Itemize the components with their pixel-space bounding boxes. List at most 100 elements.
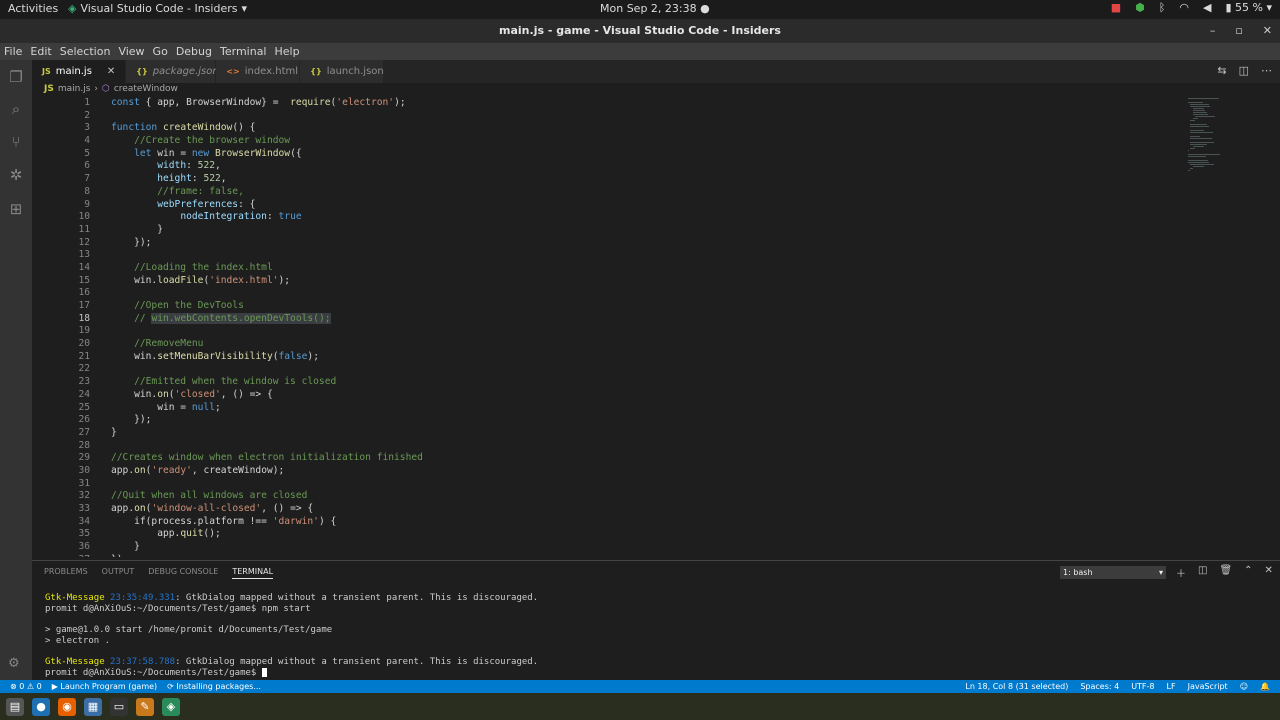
text-editor-icon[interactable]: ✎ — [136, 697, 154, 716]
more-actions-icon[interactable]: ⋯ — [1261, 64, 1272, 77]
code-line[interactable]: 27} — [32, 427, 1182, 440]
code-line[interactable]: 3 function createWindow() { — [32, 122, 1182, 135]
close-icon[interactable]: ✕ — [107, 66, 115, 77]
trash-icon[interactable]: 🗑 — [1219, 565, 1232, 580]
code-line[interactable]: 16 — [32, 287, 1182, 300]
code-line[interactable]: 33 app.on('window-all-closed', () => { — [32, 503, 1182, 516]
code-line[interactable]: 21 win.setMenuBarVisibility(false); — [32, 351, 1182, 364]
code-line[interactable]: 9 webPreferences: { — [32, 199, 1182, 212]
breadcrumb-file[interactable]: main.js — [58, 84, 91, 96]
document-icon[interactable]: ▦ — [84, 697, 102, 716]
vscode-icon[interactable]: ◈ — [162, 697, 180, 716]
problems-status[interactable]: ⊗ 0 ⚠ 0 — [10, 680, 42, 693]
code-line[interactable]: 18 // win.webContents.openDevTools(); — [32, 312, 1182, 326]
code-line[interactable]: 12 }); — [32, 237, 1182, 250]
tab-terminal[interactable]: TERMINAL — [232, 567, 274, 579]
maximize-icon[interactable]: ▫ — [1235, 19, 1242, 43]
gear-icon[interactable]: ⚙ — [8, 656, 20, 671]
tab-debug-console[interactable]: DEBUG CONSOLE — [148, 567, 218, 579]
code-line[interactable]: 2 — [32, 110, 1182, 123]
code-line[interactable]: 5 let win = new BrowserWindow({ — [32, 148, 1182, 161]
code-line[interactable]: 35 app.quit(); — [32, 528, 1182, 541]
tab-package-json[interactable]: {} package.json — [126, 60, 219, 83]
code-line[interactable]: 25 win = null; — [32, 402, 1182, 415]
code-line[interactable]: 7 height: 522, — [32, 173, 1182, 186]
bluetooth-icon[interactable]: ᛒ — [1159, 1, 1166, 14]
breadcrumb-symbol[interactable]: createWindow — [114, 84, 178, 96]
battery-indicator[interactable]: ▮ 55 % ▾ — [1225, 1, 1272, 14]
menu-selection[interactable]: Selection — [60, 43, 111, 60]
shield-icon[interactable]: ⬢ — [1135, 1, 1145, 14]
code-line[interactable]: 34 if(process.platform !== 'darwin') { — [32, 516, 1182, 529]
launch-status[interactable]: ▶ Launch Program (game) — [52, 680, 157, 693]
code-line[interactable]: 36 } — [32, 541, 1182, 554]
code-line[interactable]: 8 //frame: false, — [32, 186, 1182, 199]
cursor-position[interactable]: Ln 18, Col 8 (31 selected) — [965, 680, 1068, 693]
debug-icon[interactable]: ✲ — [7, 166, 25, 184]
firefox-icon[interactable]: ◉ — [58, 697, 76, 716]
minimap[interactable] — [1188, 97, 1268, 171]
end-of-line[interactable]: LF — [1167, 680, 1176, 693]
code-line[interactable]: 14 //Loading the index.html — [32, 262, 1182, 275]
tab-index-html[interactable]: <> index.html — [216, 60, 301, 83]
chat-icon[interactable]: ● — [32, 697, 50, 716]
code-line[interactable]: 15 win.loadFile('index.html'); — [32, 275, 1182, 288]
menu-file[interactable]: File — [4, 43, 22, 60]
code-line[interactable]: 37}); — [32, 554, 1182, 557]
close-panel-icon[interactable]: ✕ — [1265, 565, 1273, 580]
wifi-icon[interactable]: ◠ — [1179, 1, 1189, 14]
code-line[interactable]: 11 } — [32, 224, 1182, 237]
menu-terminal[interactable]: Terminal — [220, 43, 267, 60]
files-icon[interactable]: ▤ — [6, 697, 24, 716]
code-line[interactable]: 19 — [32, 325, 1182, 338]
code-line[interactable]: 1 const { app, BrowserWindow} = require('… — [32, 97, 1182, 110]
clock[interactable]: Mon Sep 2, 23:38 ● — [600, 2, 710, 15]
code-line[interactable]: 24 win.on('closed', () => { — [32, 389, 1182, 402]
tab-launch-json[interactable]: {} launch.json — [300, 60, 385, 83]
bell-icon[interactable]: 🔔 — [1260, 680, 1270, 693]
volume-icon[interactable]: ◀ — [1203, 1, 1211, 14]
encoding[interactable]: UTF-8 — [1131, 680, 1154, 693]
terminal-icon[interactable]: ▭ — [110, 697, 128, 716]
menu-debug[interactable]: Debug — [176, 43, 212, 60]
code-line[interactable]: 4 //Create the browser window — [32, 135, 1182, 148]
code-line[interactable]: 6 width: 522, — [32, 160, 1182, 173]
code-line[interactable]: 29 //Creates window when electron initial… — [32, 452, 1182, 465]
code-line[interactable]: 17 //Open the DevTools — [32, 300, 1182, 313]
split-editor-icon[interactable]: ◫ — [1239, 64, 1249, 77]
code-line[interactable]: 13 — [32, 249, 1182, 262]
explorer-icon[interactable]: ❐ — [7, 68, 25, 86]
code-line[interactable]: 22 — [32, 363, 1182, 376]
indentation[interactable]: Spaces: 4 — [1080, 680, 1119, 693]
code-line[interactable]: 10 nodeIntegration: true — [32, 211, 1182, 224]
search-icon[interactable]: ⌕ — [7, 100, 25, 118]
record-icon[interactable]: ■ — [1111, 1, 1121, 14]
tab-problems[interactable]: PROBLEMS — [44, 567, 88, 579]
code-line[interactable]: 23 //Emitted when the window is closed — [32, 376, 1182, 389]
tab-output[interactable]: OUTPUT — [102, 567, 135, 579]
split-terminal-icon[interactable]: ◫ — [1198, 565, 1207, 580]
open-changes-icon[interactable]: ⇆ — [1217, 64, 1226, 77]
menu-go[interactable]: Go — [153, 43, 168, 60]
new-terminal-icon[interactable]: ＋ — [1176, 565, 1186, 580]
code-line[interactable]: 26 }); — [32, 414, 1182, 427]
code-line[interactable]: 32 //Quit when all windows are closed — [32, 490, 1182, 503]
terminal-output[interactable]: Gtk-Message 23:35:49.331: GtkDialog mapp… — [45, 593, 538, 679]
code-editor[interactable]: 1 const { app, BrowserWindow} = require('… — [32, 97, 1182, 557]
menu-help[interactable]: Help — [275, 43, 300, 60]
source-control-icon[interactable]: ⑂ — [7, 133, 25, 151]
code-line[interactable]: 28 — [32, 440, 1182, 453]
tab-main-js[interactable]: JS main.js ✕ — [32, 60, 127, 83]
maximize-panel-icon[interactable]: ⌃ — [1244, 565, 1252, 580]
extensions-icon[interactable]: ⊞ — [7, 200, 25, 218]
language-mode[interactable]: JavaScript — [1188, 680, 1228, 693]
installing-status[interactable]: ⟳ Installing packages... — [167, 680, 261, 693]
app-menu[interactable]: ◈ Visual Studio Code - Insiders ▾ — [68, 2, 247, 15]
menu-edit[interactable]: Edit — [30, 43, 51, 60]
system-tray[interactable]: ■ ⬢ ᛒ ◠ ◀ ▮ 55 % ▾ — [1111, 1, 1272, 14]
activities-button[interactable]: Activities — [8, 2, 58, 15]
smiley-icon[interactable]: ☺ — [1240, 680, 1248, 693]
minimize-icon[interactable]: – — [1210, 19, 1216, 43]
close-icon[interactable]: ✕ — [1263, 19, 1272, 43]
code-line[interactable]: 20 //RemoveMenu — [32, 338, 1182, 351]
